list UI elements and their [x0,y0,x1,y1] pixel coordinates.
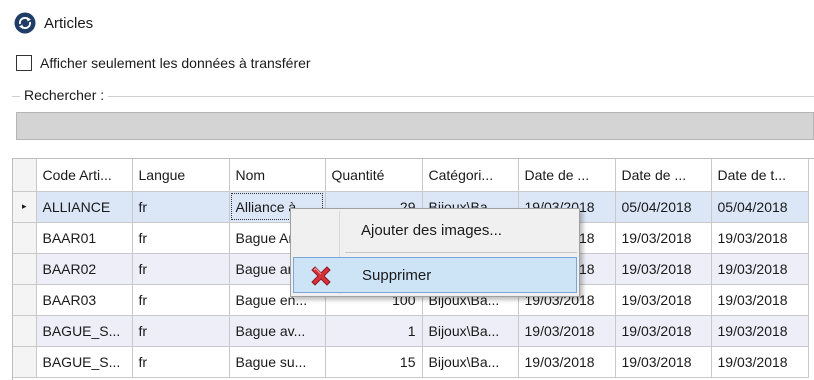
add-images-menu-item[interactable]: Ajouter des images... [293,212,577,248]
search-group: Rechercher : [12,86,814,152]
cell-date-3[interactable]: 19/03/2018 [711,284,809,316]
cell-date-1[interactable]: 19/03/2018 [518,315,616,347]
column-header-categorie[interactable]: Catégori... [422,159,519,192]
cell-date-1[interactable]: 19/03/2018 [518,346,616,378]
cell-date-2[interactable]: 19/03/2018 [615,222,712,254]
cell-date-2[interactable]: 19/03/2018 [615,346,712,378]
column-header-date-1[interactable]: Date de ... [518,159,616,192]
cell-code[interactable]: BAAR02 [36,253,133,285]
context-menu: Ajouter des images... Supprimer [290,208,580,297]
transfer-only-checkbox[interactable] [16,55,32,71]
column-header-date-2[interactable]: Date de ... [615,159,712,192]
cell-date-2[interactable]: 05/04/2018 [615,191,712,223]
cell-code[interactable]: BAAR03 [36,284,133,316]
search-legend: Rechercher : [20,87,109,103]
cell-quantite[interactable]: 1 [325,315,423,347]
add-images-label: Ajouter des images... [361,221,502,239]
column-header-date-3[interactable]: Date de t... [711,159,809,192]
row-indicator[interactable]: ▸ [13,191,37,223]
table-row[interactable]: BAGUE_S... fr Bague su... 15 Bijoux\Ba..… [13,346,809,378]
row-indicator[interactable] [13,315,37,347]
cell-code[interactable]: ALLIANCE [36,191,133,223]
cell-langue[interactable]: fr [132,253,230,285]
cell-langue[interactable]: fr [132,315,230,347]
table-row[interactable]: BAGUE_S... fr Bague av... 1 Bijoux\Ba...… [13,315,809,347]
cell-code[interactable]: BAGUE_S... [36,346,133,378]
window-header: Articles [14,10,93,36]
page-title: Articles [44,14,94,32]
cell-langue[interactable]: fr [132,191,230,223]
cell-langue[interactable]: fr [132,346,230,378]
column-header-code[interactable]: Code Arti... [36,159,133,192]
row-indicator[interactable] [13,222,37,254]
refresh-icon [14,12,36,34]
cell-date-2[interactable]: 19/03/2018 [615,284,712,316]
cell-date-3[interactable]: 19/03/2018 [711,315,809,347]
cell-nom[interactable]: Bague su... [229,346,326,378]
delete-label: Supprimer [362,266,432,284]
cell-date-2[interactable]: 19/03/2018 [615,253,712,285]
cell-categorie[interactable]: Bijoux\Ba... [422,346,519,378]
cell-langue[interactable]: fr [132,284,230,316]
cell-date-2[interactable]: 19/03/2018 [615,315,712,347]
cell-code[interactable]: BAGUE_S... [36,315,133,347]
row-header-corner [13,159,37,192]
row-indicator[interactable] [13,346,37,378]
transfer-filter[interactable]: Afficher seulement les données à transfé… [16,55,311,71]
column-header-nom[interactable]: Nom [229,159,326,192]
delete-menu-item[interactable]: Supprimer [293,257,577,293]
search-group-border [12,96,814,97]
cell-date-3[interactable]: 19/03/2018 [711,346,809,378]
cell-categorie[interactable]: Bijoux\Ba... [422,315,519,347]
cell-langue[interactable]: fr [132,222,230,254]
transfer-only-label[interactable]: Afficher seulement les données à transfé… [40,55,311,71]
cell-code[interactable]: BAAR01 [36,222,133,254]
column-header-langue[interactable]: Langue [132,159,230,192]
delete-x-icon [311,266,331,286]
grid-header-row: Code Arti... Langue Nom Quantité Catégor… [13,159,809,192]
cell-quantite[interactable]: 15 [325,346,423,378]
cell-date-3[interactable]: 05/04/2018 [711,191,809,223]
cell-date-3[interactable]: 19/03/2018 [711,222,809,254]
row-indicator[interactable] [13,284,37,316]
column-header-quantite[interactable]: Quantité [325,159,423,192]
menu-separator [345,252,577,253]
search-input[interactable] [16,112,814,140]
cell-date-3[interactable]: 19/03/2018 [711,253,809,285]
row-indicator[interactable] [13,253,37,285]
cell-nom[interactable]: Bague av... [229,315,326,347]
